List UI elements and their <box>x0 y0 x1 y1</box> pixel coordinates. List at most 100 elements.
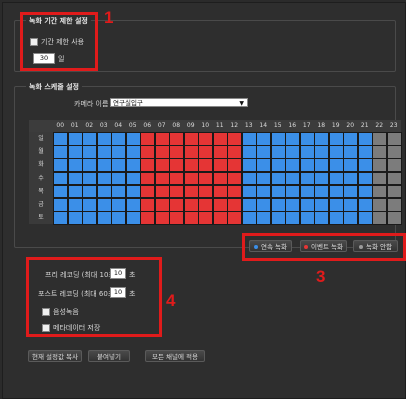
hour-header-12[interactable]: 12 <box>227 120 242 132</box>
schedule-cell[interactable] <box>82 171 97 186</box>
schedule-cell[interactable] <box>140 145 155 159</box>
schedule-cell[interactable] <box>241 132 257 146</box>
schedule-cell[interactable] <box>357 132 373 146</box>
schedule-cell[interactable] <box>285 158 300 173</box>
schedule-cell[interactable] <box>328 171 344 186</box>
schedule-cell[interactable] <box>241 171 257 186</box>
schedule-cell[interactable] <box>299 211 315 225</box>
day-label-2[interactable]: 화 <box>29 158 53 172</box>
schedule-cell[interactable] <box>212 211 228 225</box>
schedule-cell[interactable] <box>53 211 68 225</box>
schedule-cell[interactable] <box>343 158 358 173</box>
schedule-cell[interactable] <box>299 184 315 199</box>
schedule-cell[interactable] <box>328 158 344 173</box>
schedule-cell[interactable] <box>386 211 402 225</box>
camera-select[interactable]: 연구실입구 ▼ <box>110 98 248 107</box>
schedule-cell[interactable] <box>183 132 199 146</box>
schedule-cell[interactable] <box>125 132 141 146</box>
schedule-cell[interactable] <box>125 158 141 173</box>
schedule-cell[interactable] <box>212 145 228 159</box>
schedule-cell[interactable] <box>270 211 286 225</box>
schedule-cell[interactable] <box>372 198 387 212</box>
schedule-cell[interactable] <box>372 171 387 186</box>
schedule-cell[interactable] <box>227 145 242 159</box>
day-label-0[interactable]: 일 <box>29 132 53 146</box>
schedule-cell[interactable] <box>328 198 344 212</box>
pre-record-input[interactable]: 10 <box>110 268 126 279</box>
schedule-cell[interactable] <box>328 132 344 146</box>
schedule-cell[interactable] <box>125 171 141 186</box>
hour-header-11[interactable]: 11 <box>213 120 228 132</box>
schedule-cell[interactable] <box>314 198 329 212</box>
schedule-cell[interactable] <box>111 132 126 146</box>
schedule-cell[interactable] <box>82 184 97 199</box>
schedule-cell[interactable] <box>111 211 126 225</box>
schedule-cell[interactable] <box>372 211 387 225</box>
hour-header-16[interactable]: 16 <box>285 120 300 132</box>
schedule-cell[interactable] <box>270 198 286 212</box>
schedule-cell[interactable] <box>285 171 300 186</box>
schedule-cell[interactable] <box>285 211 300 225</box>
schedule-cell[interactable] <box>67 184 83 199</box>
schedule-cell[interactable] <box>212 132 228 146</box>
hour-header-14[interactable]: 14 <box>256 120 271 132</box>
schedule-cell[interactable] <box>372 132 387 146</box>
schedule-cell[interactable] <box>357 171 373 186</box>
hour-header-15[interactable]: 15 <box>271 120 286 132</box>
schedule-cell[interactable] <box>314 211 329 225</box>
schedule-cell[interactable] <box>212 171 228 186</box>
schedule-cell[interactable] <box>169 171 184 186</box>
hour-header-09[interactable]: 09 <box>184 120 199 132</box>
schedule-cell[interactable] <box>270 184 286 199</box>
schedule-cell[interactable] <box>53 158 68 173</box>
schedule-cell[interactable] <box>67 198 83 212</box>
schedule-cell[interactable] <box>241 145 257 159</box>
schedule-cell[interactable] <box>82 158 97 173</box>
schedule-cell[interactable] <box>67 158 83 173</box>
schedule-cell[interactable] <box>270 132 286 146</box>
schedule-cell[interactable] <box>328 211 344 225</box>
schedule-cell[interactable] <box>299 145 315 159</box>
schedule-cell[interactable] <box>169 211 184 225</box>
schedule-cell[interactable] <box>198 158 213 173</box>
schedule-cell[interactable] <box>256 198 271 212</box>
apply-all-channels-button[interactable]: 모든 채널에 적용 <box>145 350 205 362</box>
schedule-cell[interactable] <box>154 145 170 159</box>
schedule-cell[interactable] <box>343 211 358 225</box>
audio-checkbox[interactable]: 음성녹음 <box>42 307 79 317</box>
schedule-cell[interactable] <box>299 171 315 186</box>
hour-header-10[interactable]: 10 <box>198 120 213 132</box>
schedule-cell[interactable] <box>183 145 199 159</box>
schedule-cell[interactable] <box>140 198 155 212</box>
schedule-cell[interactable] <box>314 158 329 173</box>
schedule-cell[interactable] <box>299 198 315 212</box>
schedule-cell[interactable] <box>111 158 126 173</box>
schedule-cell[interactable] <box>67 171 83 186</box>
schedule-cell[interactable] <box>96 184 112 199</box>
schedule-cell[interactable] <box>386 145 402 159</box>
schedule-cell[interactable] <box>125 211 141 225</box>
schedule-cell[interactable] <box>82 145 97 159</box>
schedule-cell[interactable] <box>125 184 141 199</box>
schedule-cell[interactable] <box>270 171 286 186</box>
chevron-down-icon[interactable]: ▼ <box>239 99 244 108</box>
schedule-cell[interactable] <box>256 158 271 173</box>
schedule-cell[interactable] <box>183 198 199 212</box>
schedule-cell[interactable] <box>314 132 329 146</box>
checkbox-icon[interactable] <box>42 324 50 332</box>
schedule-cell[interactable] <box>96 211 112 225</box>
schedule-cell[interactable] <box>169 145 184 159</box>
schedule-cell[interactable] <box>328 145 344 159</box>
schedule-cell[interactable] <box>285 145 300 159</box>
schedule-cell[interactable] <box>241 198 257 212</box>
day-label-6[interactable]: 토 <box>29 211 53 225</box>
schedule-cell[interactable] <box>183 211 199 225</box>
schedule-cell[interactable] <box>357 211 373 225</box>
schedule-cell[interactable] <box>357 145 373 159</box>
schedule-cell[interactable] <box>111 198 126 212</box>
schedule-cell[interactable] <box>198 145 213 159</box>
schedule-cell[interactable] <box>53 171 68 186</box>
schedule-cell[interactable] <box>183 184 199 199</box>
hour-header-20[interactable]: 20 <box>343 120 358 132</box>
schedule-cell[interactable] <box>125 145 141 159</box>
